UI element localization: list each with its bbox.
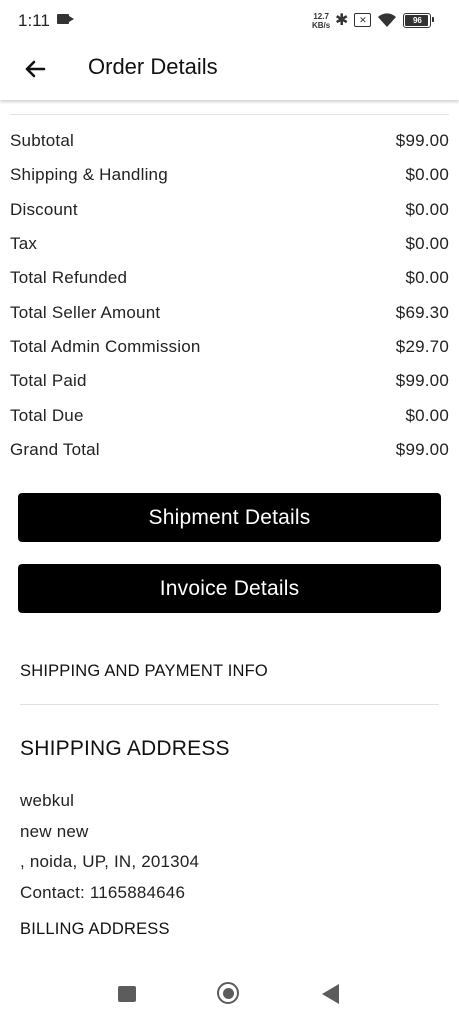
total-label: Discount	[10, 199, 78, 219]
total-row-paid: Total Paid $99.00	[10, 364, 449, 398]
total-row-due: Total Due $0.00	[10, 398, 449, 432]
total-label: Grand Total	[10, 439, 100, 459]
network-speed: 12.7 KB/s	[312, 12, 330, 30]
total-value: $0.00	[405, 165, 449, 185]
status-bar: 1:11 12.7 KB/s ✱ ✕ 96	[0, 0, 459, 40]
total-label: Subtotal	[10, 131, 74, 151]
network-speed-unit: KB/s	[312, 21, 331, 30]
total-label: Total Refunded	[10, 268, 128, 288]
total-row-subtotal: Subtotal $99.00	[10, 124, 449, 158]
total-label: Total Seller Amount	[10, 302, 161, 322]
battery-icon: 96	[403, 12, 435, 28]
order-totals: Subtotal $99.00 Shipping & Handling $0.0…	[10, 124, 449, 467]
wifi-icon	[378, 13, 397, 27]
divider	[10, 114, 449, 115]
total-value: $0.00	[405, 199, 449, 219]
total-row-refunded: Total Refunded $0.00	[10, 261, 449, 295]
total-label: Tax	[10, 234, 38, 254]
sim-x-icon: ✕	[354, 13, 372, 27]
page-title: Order Details	[88, 54, 218, 79]
total-row-admin-commission: Total Admin Commission $29.70	[10, 330, 449, 364]
total-row-tax: Tax $0.00	[10, 227, 449, 261]
total-value: $99.00	[395, 439, 449, 459]
back-triangle-icon[interactable]	[322, 984, 339, 1004]
total-value: $69.30	[395, 302, 449, 322]
address-line-street: new new	[20, 821, 89, 841]
total-value: $99.00	[395, 371, 449, 391]
total-row-seller-amount: Total Seller Amount $69.30	[10, 295, 449, 329]
total-row-shipping: Shipping & Handling $0.00	[10, 158, 449, 192]
billing-address-heading: BILLING ADDRESS	[20, 920, 170, 938]
network-speed-value: 12.7	[313, 12, 329, 21]
shipping-address-heading: SHIPPING ADDRESS	[20, 737, 230, 760]
total-label: Total Paid	[10, 371, 87, 391]
total-row-grand-total: Grand Total $99.00	[10, 433, 449, 467]
total-value: $29.70	[395, 336, 449, 356]
total-label: Shipping & Handling	[10, 165, 168, 185]
total-row-discount: Discount $0.00	[10, 193, 449, 227]
recents-icon[interactable]	[118, 986, 136, 1002]
system-nav-bar	[0, 966, 459, 1024]
bluetooth-icon: ✱	[335, 12, 349, 29]
status-icons: ✱ ✕ 96	[335, 10, 435, 30]
total-value: $0.00	[405, 405, 449, 425]
address-line-name: webkul	[20, 791, 75, 810]
shipping-payment-info-title: SHIPPING AND PAYMENT INFO	[20, 662, 268, 680]
shipping-address: webkul new new , noida, UP, IN, 201304 C…	[20, 786, 199, 908]
arrow-left-icon[interactable]	[20, 54, 50, 84]
divider	[20, 704, 439, 705]
total-label: Total Admin Commission	[10, 336, 201, 356]
address-line-contact: Contact: 1165884646	[20, 882, 186, 902]
camera-icon	[57, 14, 74, 24]
address-line-city: , noida, UP, IN, 201304	[20, 852, 200, 871]
shipment-details-button[interactable]: Shipment Details	[18, 493, 441, 542]
status-time: 1:11	[18, 11, 50, 30]
invoice-details-button[interactable]: Invoice Details	[18, 564, 441, 613]
total-value: $0.00	[405, 268, 449, 288]
total-label: Total Due	[10, 405, 84, 425]
total-value: $0.00	[405, 234, 449, 254]
total-value: $99.00	[395, 131, 449, 151]
home-icon[interactable]	[217, 982, 239, 1004]
app-bar: Order Details	[0, 40, 459, 100]
battery-level: 96	[412, 15, 422, 25]
